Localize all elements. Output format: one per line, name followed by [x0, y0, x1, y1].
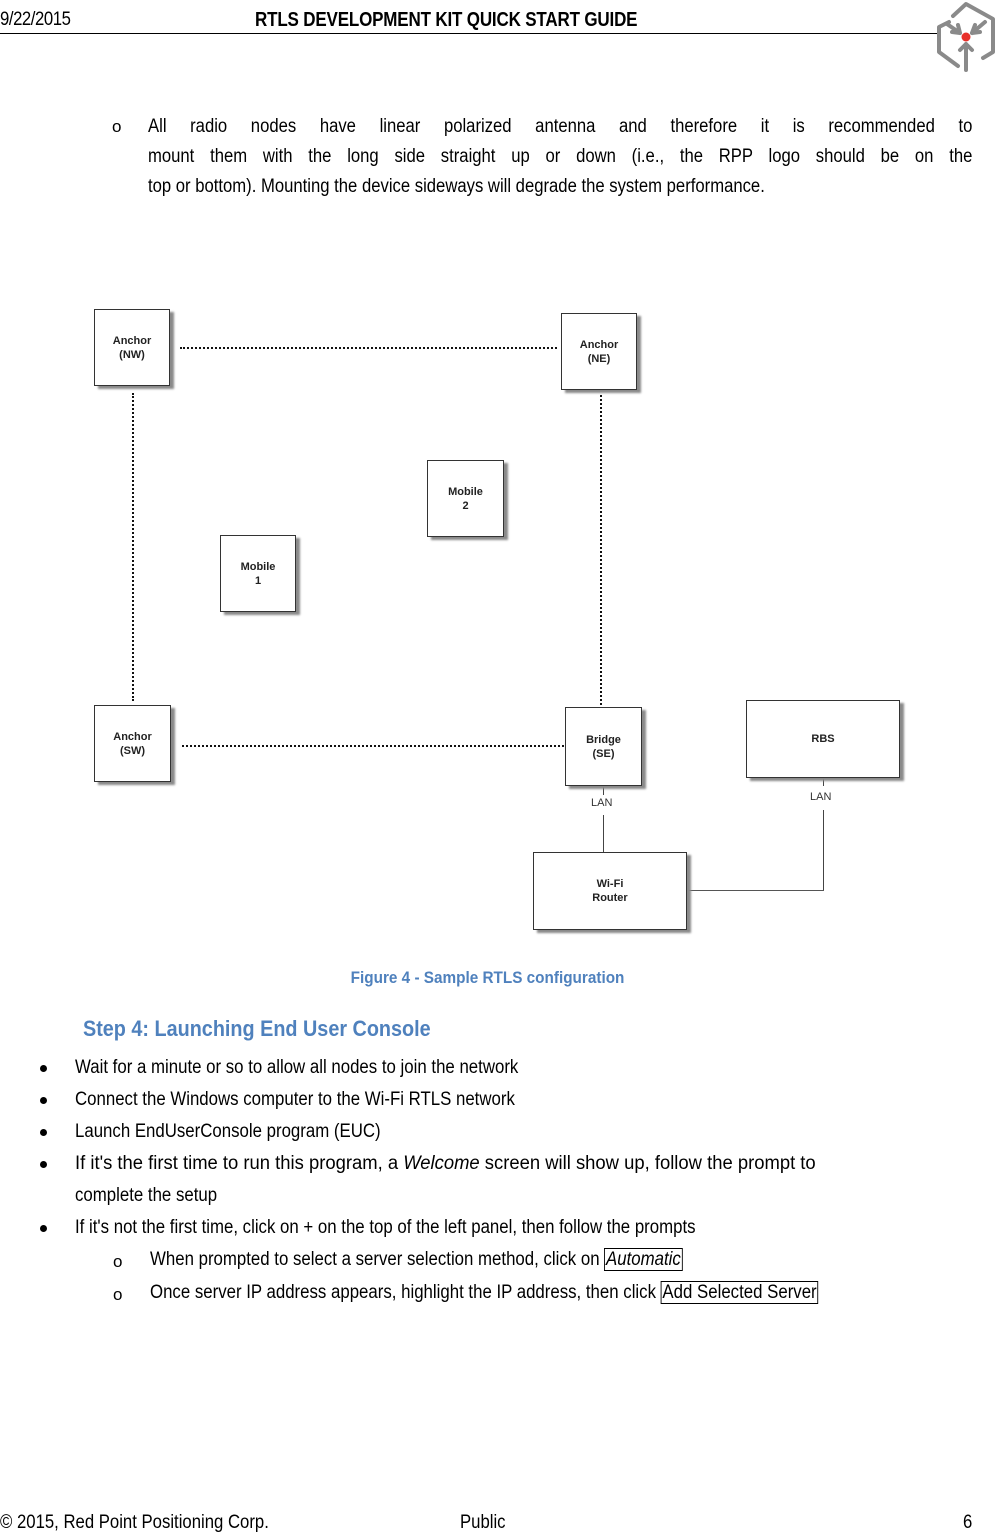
sub-bullet-marker: o [112, 117, 122, 136]
step-heading: Step 4: Launching End User Console [83, 1016, 431, 1041]
node-label: Anchor [579, 338, 619, 351]
sub-bullet-part: When prompted to select a server selecti… [150, 1249, 605, 1270]
intro-paragraph: All radio nodes have linear polarized an… [148, 112, 972, 202]
node-label: Anchor [112, 334, 152, 347]
node-label: Wi-Fi [596, 878, 624, 890]
lan-link-router-rbs [686, 890, 824, 891]
bullet-text-part: If it's the first time to run this progr… [75, 1153, 404, 1174]
bullet-text: Wait for a minute or so to allow all nod… [75, 1057, 519, 1078]
node-anchor-ne: Anchor (NE) [561, 313, 637, 390]
bullet-text: complete the setup [75, 1185, 218, 1206]
intro-line: All radio nodes have linear polarized an… [148, 116, 973, 137]
automatic-label: Automatic [605, 1249, 681, 1270]
bullet-dot [40, 1129, 47, 1136]
header-rule [0, 33, 940, 34]
footer-copyright: © 2015, Red Point Positioning Corp. [0, 1512, 269, 1533]
header-date: 9/22/2015 [0, 9, 71, 30]
node-label: (NW) [119, 348, 145, 361]
link-nw-sw [132, 393, 134, 701]
bullet-text: Launch EndUserConsole program (EUC) [75, 1121, 381, 1142]
node-mobile-1: Mobile 1 [220, 535, 296, 612]
link-nw-ne [180, 347, 557, 349]
lan-label: LAN [591, 797, 613, 809]
node-label: Anchor [113, 730, 152, 743]
link-ne-se [600, 395, 602, 705]
bullet-text-part: screen will show up, follow the prompt t… [479, 1153, 816, 1174]
intro-line: top or bottom). Mounting the device side… [148, 176, 765, 197]
node-label: Mobile [240, 560, 276, 573]
sub-bullet-marker: o [113, 1252, 123, 1271]
link-sw-se [182, 745, 564, 747]
sub-bullet-marker: o [113, 1285, 123, 1304]
sub-bullet-text: Once server IP address appears, highligh… [150, 1277, 819, 1309]
bullet-dot [40, 1097, 47, 1104]
bullet-text: Connect the Windows computer to the Wi-F… [75, 1089, 515, 1110]
node-rbs: RBS [746, 700, 900, 778]
node-label: Mobile [448, 485, 483, 498]
footer-page-number: 6 [963, 1512, 973, 1533]
red-point-positioning-logo-icon [937, 2, 995, 72]
bullet-text: If it's not the first time, click on + o… [75, 1217, 696, 1238]
welcome-emphasis: Welcome [403, 1153, 480, 1174]
lan-link-rbs [823, 810, 824, 890]
node-label: 1 [254, 574, 262, 587]
node-wifi-router: Wi-Fi Router [533, 852, 687, 930]
automatic-button-ref: Automatic [604, 1248, 683, 1271]
node-bridge-se: Bridge (SE) [565, 707, 642, 786]
add-selected-server-button-ref: Add Selected Server [660, 1281, 819, 1304]
node-label: 2 [462, 499, 469, 512]
lan-link-bridge [603, 815, 604, 852]
bullet-dot [40, 1225, 47, 1232]
node-label: Bridge [586, 733, 621, 746]
lan-link-rbs [823, 778, 824, 786]
bullet-dot [40, 1065, 47, 1072]
node-mobile-2: Mobile 2 [427, 460, 504, 537]
lan-link-bridge [603, 785, 604, 795]
figure-caption: Figure 4 - Sample RTLS configuration [350, 968, 625, 987]
lan-label: LAN [810, 791, 832, 803]
sub-bullet-text: When prompted to select a server selecti… [150, 1244, 683, 1276]
node-label: RBS [811, 733, 835, 745]
header-title: RTLS DEVELOPMENT KIT QUICK START GUIDE [255, 9, 638, 31]
footer-classification: Public [460, 1512, 506, 1533]
node-anchor-nw: Anchor (NW) [94, 309, 170, 386]
bullet-text: If it's the first time to run this progr… [75, 1148, 816, 1180]
node-label: (SE) [592, 747, 615, 760]
bullet-dot [40, 1161, 47, 1168]
node-anchor-sw: Anchor (SW) [94, 705, 171, 782]
node-label: (SW) [119, 744, 146, 757]
intro-line: mount them with the long side straight u… [148, 146, 973, 167]
node-label: Router [592, 892, 628, 904]
node-label: (NE) [587, 352, 611, 365]
sub-bullet-part: Once server IP address appears, highligh… [150, 1282, 661, 1303]
